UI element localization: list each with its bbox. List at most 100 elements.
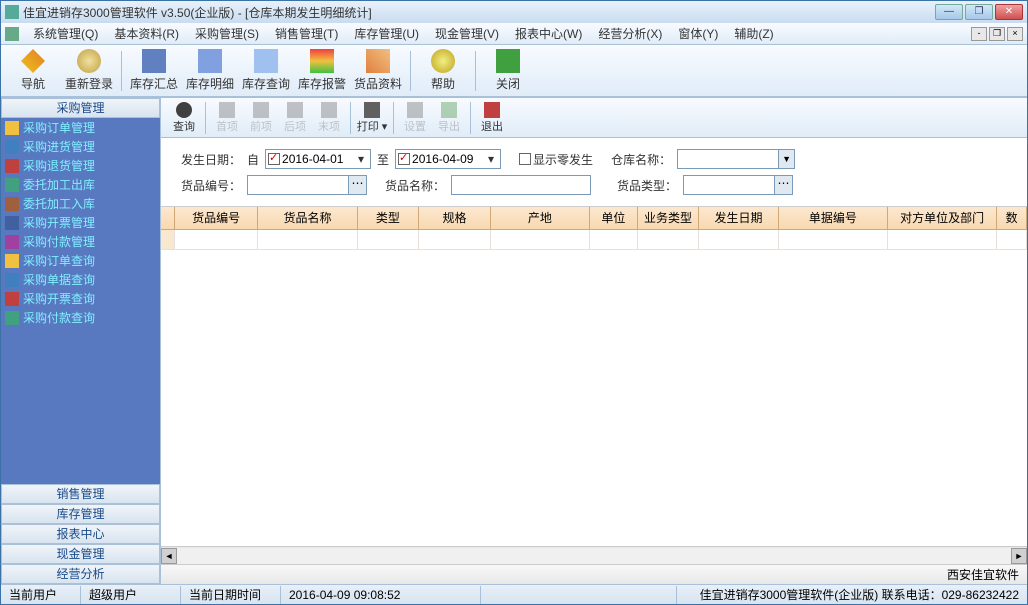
- status-user: 超级用户: [81, 586, 181, 604]
- to-date-checkbox[interactable]: [398, 153, 410, 165]
- ic-search-icon: [176, 102, 192, 118]
- menu-item[interactable]: 采购管理(S): [187, 23, 267, 44]
- dropdown-icon[interactable]: ▾: [354, 152, 368, 166]
- type-lookup[interactable]: ⋯: [683, 175, 793, 195]
- ic-export-icon: [441, 102, 457, 118]
- maximize-button[interactable]: ❐: [965, 4, 993, 20]
- dropdown-icon[interactable]: ▼: [778, 150, 794, 168]
- menu-item[interactable]: 现金管理(V): [427, 23, 507, 44]
- show-zero-checkbox[interactable]: [519, 153, 531, 165]
- scroll-left-button[interactable]: ◄: [161, 548, 177, 564]
- sidebar-category[interactable]: 报表中心: [1, 524, 160, 544]
- menu-item[interactable]: 基本资料(R): [106, 23, 187, 44]
- from-date-input[interactable]: 2016-04-01 ▾: [265, 149, 371, 169]
- data-grid[interactable]: 货品编号货品名称类型规格产地单位业务类型发生日期单据编号对方单位及部门数: [161, 207, 1027, 546]
- subtoolbar-button[interactable]: 打印 ▾: [355, 100, 389, 136]
- ic-detail-icon: [198, 49, 222, 73]
- sidebar-category[interactable]: 库存管理: [1, 504, 160, 524]
- sidebar-item-icon: [5, 140, 19, 154]
- toolbar-button[interactable]: 库存明细: [182, 47, 238, 95]
- subtoolbar-button[interactable]: 退出: [475, 100, 509, 136]
- subtoolbar-button[interactable]: 查询: [167, 100, 201, 136]
- ic-relogin-icon: [77, 49, 101, 73]
- from-label: 自: [247, 151, 259, 168]
- name-input[interactable]: [451, 175, 591, 195]
- sidebar-item-icon: [5, 254, 19, 268]
- column-header[interactable]: 单位: [590, 207, 638, 229]
- footer: 西安佳宜软件: [161, 564, 1027, 584]
- sidebar-item[interactable]: 委托加工出库: [1, 175, 160, 194]
- sidebar-item[interactable]: 采购退货管理: [1, 156, 160, 175]
- sidebar-item[interactable]: 采购付款查询: [1, 308, 160, 327]
- main-toolbar: 导航重新登录库存汇总库存明细库存查询库存报警货品资料帮助关闭: [1, 45, 1027, 97]
- sidebar-item-icon: [5, 159, 19, 173]
- sidebar-item[interactable]: 采购开票查询: [1, 289, 160, 308]
- scroll-track[interactable]: [177, 548, 1011, 564]
- sidebar-category-active[interactable]: 采购管理: [1, 98, 160, 118]
- status-user-label: 当前用户: [1, 586, 81, 604]
- column-header[interactable]: 货品编号: [175, 207, 258, 229]
- menu-item[interactable]: 经营分析(X): [590, 23, 670, 44]
- dropdown-icon[interactable]: ▾: [484, 152, 498, 166]
- sidebar-item[interactable]: 采购进货管理: [1, 137, 160, 156]
- close-button[interactable]: ✕: [995, 4, 1023, 20]
- mdi-minimize-button[interactable]: -: [971, 27, 987, 41]
- ic-help-icon: [431, 49, 455, 73]
- menu-item[interactable]: 报表中心(W): [507, 23, 590, 44]
- mdi-close-button[interactable]: ×: [1007, 27, 1023, 41]
- sidebar-item[interactable]: 采购订单管理: [1, 118, 160, 137]
- column-header[interactable]: 数: [997, 207, 1027, 229]
- menu-item[interactable]: 窗体(Y): [670, 23, 726, 44]
- subtoolbar-button: 设置: [398, 100, 432, 136]
- column-header[interactable]: 产地: [491, 207, 590, 229]
- ic-query-icon: [254, 49, 278, 73]
- sidebar-category[interactable]: 现金管理: [1, 544, 160, 564]
- sidebar-item-icon: [5, 273, 19, 287]
- to-date-input[interactable]: 2016-04-09 ▾: [395, 149, 501, 169]
- lookup-button[interactable]: ⋯: [348, 176, 366, 194]
- warehouse-combo[interactable]: ▼: [677, 149, 795, 169]
- horizontal-scrollbar[interactable]: ◄ ►: [161, 546, 1027, 564]
- titlebar: 佳宜进销存3000管理软件 v3.50(企业版) - [仓库本期发生明细统计] …: [1, 1, 1027, 23]
- column-header[interactable]: 类型: [358, 207, 420, 229]
- sidebar-category[interactable]: 经营分析: [1, 564, 160, 584]
- ic-nav2-icon: [219, 102, 235, 118]
- from-date-checkbox[interactable]: [268, 153, 280, 165]
- menu-item[interactable]: 销售管理(T): [267, 23, 346, 44]
- sidebar-item[interactable]: 采购开票管理: [1, 213, 160, 232]
- sidebar-category[interactable]: 销售管理: [1, 484, 160, 504]
- toolbar-button[interactable]: 导航: [5, 47, 61, 95]
- subtoolbar-button: 首项: [210, 100, 244, 136]
- toolbar-button[interactable]: 重新登录: [61, 47, 117, 95]
- mdi-restore-button[interactable]: ❐: [989, 27, 1005, 41]
- column-header[interactable]: 发生日期: [699, 207, 778, 229]
- toolbar-button[interactable]: 货品资料: [350, 47, 406, 95]
- code-label: 货品编号：: [181, 177, 241, 194]
- menu-item[interactable]: 系统管理(Q): [25, 23, 106, 44]
- scroll-right-button[interactable]: ►: [1011, 548, 1027, 564]
- toolbar-button[interactable]: 库存查询: [238, 47, 294, 95]
- toolbar-button[interactable]: 库存汇总: [126, 47, 182, 95]
- menu-item[interactable]: 库存管理(U): [346, 23, 427, 44]
- toolbar-button[interactable]: 库存报警: [294, 47, 350, 95]
- toolbar-button[interactable]: 关闭: [480, 47, 536, 95]
- menu-item[interactable]: 辅助(Z): [726, 23, 781, 44]
- sub-toolbar: 查询首项前项后项末项打印 ▾设置导出退出: [161, 98, 1027, 138]
- column-header[interactable]: 业务类型: [638, 207, 700, 229]
- sidebar-item[interactable]: 委托加工入库: [1, 194, 160, 213]
- sidebar-item-icon: [5, 197, 19, 211]
- column-header[interactable]: 货品名称: [258, 207, 357, 229]
- menu-icon: [5, 27, 19, 41]
- minimize-button[interactable]: —: [935, 4, 963, 20]
- sidebar-item[interactable]: 采购订单查询: [1, 251, 160, 270]
- column-header[interactable]: 规格: [419, 207, 491, 229]
- subtoolbar-button: 导出: [432, 100, 466, 136]
- sidebar-item[interactable]: 采购单据查询: [1, 270, 160, 289]
- code-lookup[interactable]: ⋯: [247, 175, 367, 195]
- toolbar-button[interactable]: 帮助: [415, 47, 471, 95]
- lookup-button[interactable]: ⋯: [774, 176, 792, 194]
- column-header[interactable]: 对方单位及部门: [888, 207, 997, 229]
- ic-nav2-icon: [253, 102, 269, 118]
- column-header[interactable]: 单据编号: [779, 207, 888, 229]
- sidebar-item[interactable]: 采购付款管理: [1, 232, 160, 251]
